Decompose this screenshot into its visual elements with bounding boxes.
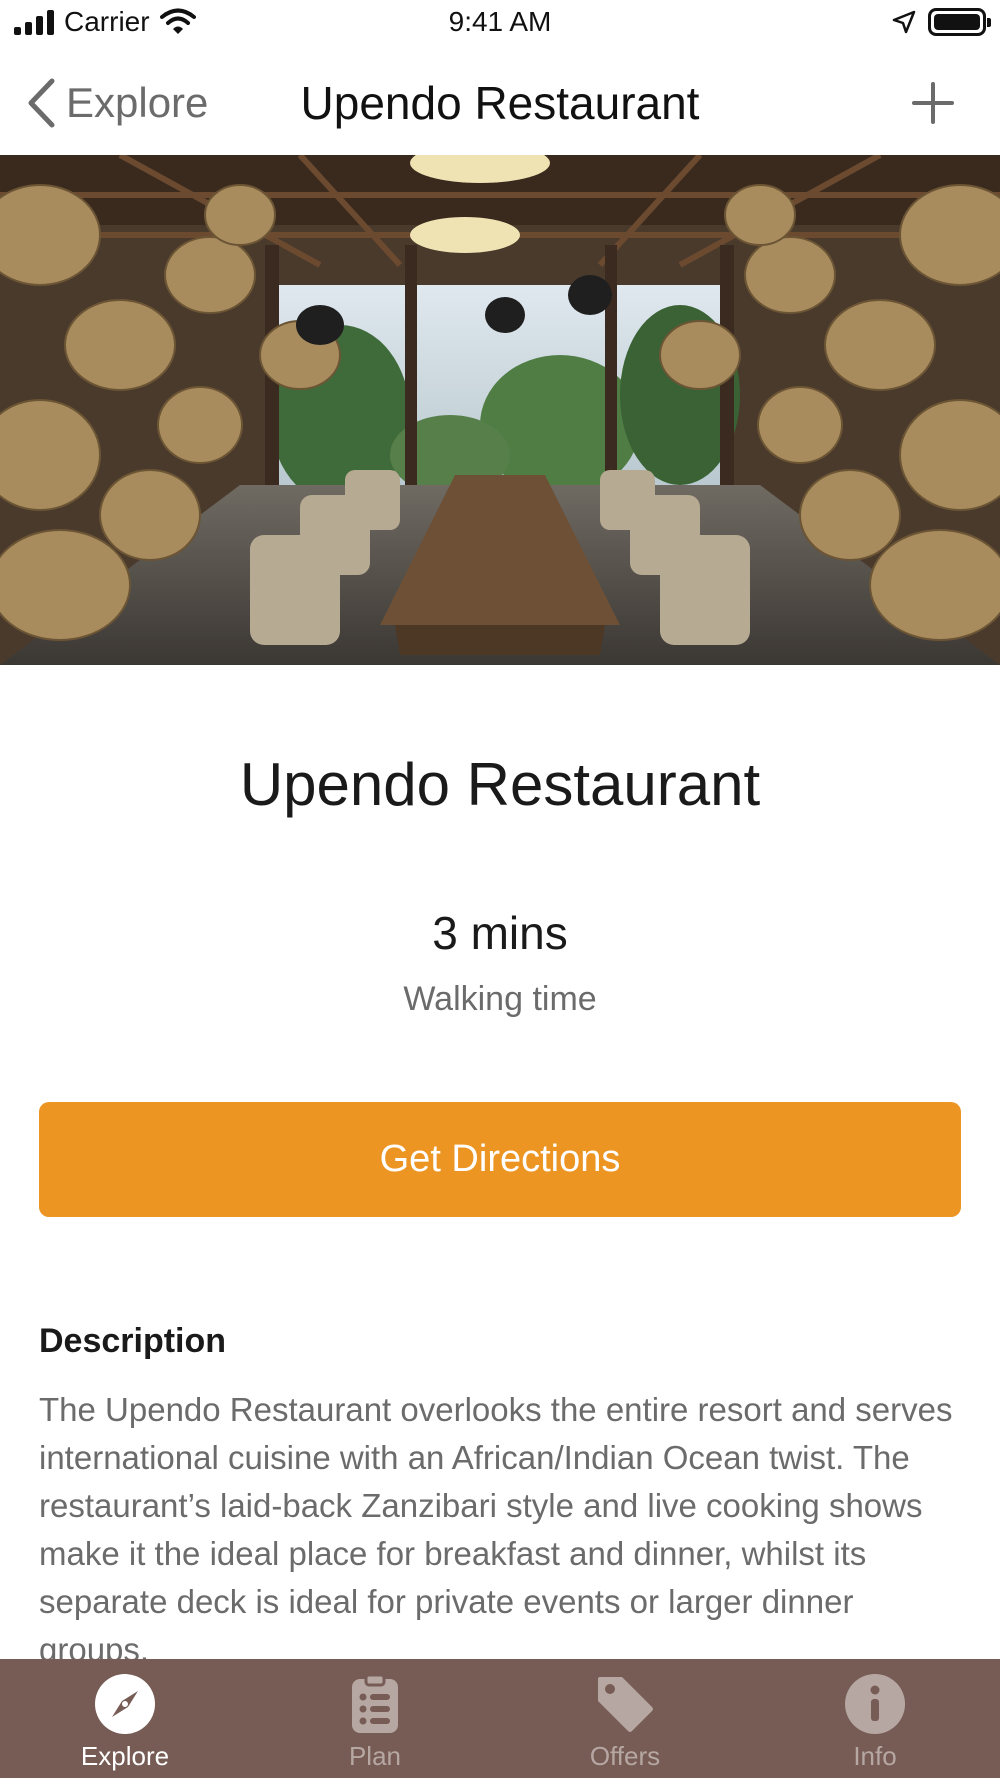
tab-plan-label: Plan — [348, 1741, 402, 1771]
add-button[interactable] — [908, 78, 958, 128]
tab-offers-label: Offers — [589, 1741, 661, 1771]
get-directions-button[interactable]: Get Directions — [39, 1102, 961, 1217]
walking-time-label: Walking time — [403, 980, 597, 1018]
tag-icon — [594, 1673, 656, 1735]
location-arrow-icon — [892, 10, 916, 34]
back-button[interactable]: Explore — [26, 78, 208, 128]
plus-icon — [912, 82, 954, 124]
tab-offers[interactable]: Offers — [500, 1659, 750, 1778]
info-icon — [844, 1673, 906, 1735]
back-label: Explore — [66, 79, 209, 126]
description-heading: Description — [39, 1322, 227, 1360]
tab-bar: Explore Plan Offers Info — [0, 1659, 1000, 1778]
tab-plan[interactable]: Plan — [250, 1659, 500, 1778]
chevron-left-icon — [28, 78, 55, 128]
place-title: Upendo Restaurant — [239, 751, 761, 818]
status-right — [892, 8, 991, 36]
tab-explore[interactable]: Explore — [0, 1659, 250, 1778]
status-time: 9:41 AM — [448, 6, 552, 37]
navigation-bar: Explore Upendo Restaurant — [0, 48, 1000, 155]
battery-icon — [928, 8, 991, 36]
description-body: The Upendo Restaurant overlooks the enti… — [39, 1391, 953, 1668]
compass-icon — [94, 1673, 156, 1735]
status-bar: Carrier 9:41 AM — [0, 0, 1000, 48]
tab-explore-label: Explore — [80, 1741, 170, 1771]
tab-info[interactable]: Info — [750, 1659, 1000, 1778]
list-icon — [344, 1673, 406, 1735]
restaurant-photo — [0, 155, 1000, 665]
restaurant-photo-illustration — [0, 155, 1000, 665]
walking-time-value: 3 mins — [432, 907, 568, 959]
tab-info-label: Info — [853, 1741, 897, 1771]
